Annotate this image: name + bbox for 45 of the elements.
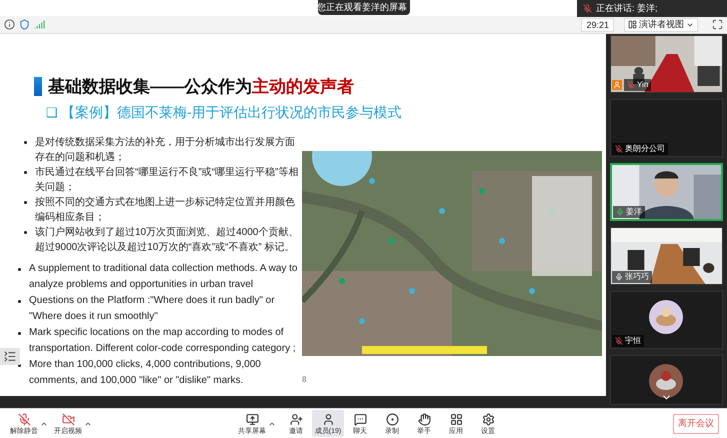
add-user-icon xyxy=(290,412,302,426)
bullet-text: Questions on the Platform :"Where does it run badly" or "Where does it run smoothly" xyxy=(29,294,276,324)
fullscreen-icon[interactable] xyxy=(712,19,723,30)
participant-name: 张巧巧 xyxy=(625,273,649,281)
shield-icon[interactable] xyxy=(19,19,30,30)
video-tile[interactable]: 宇恒 xyxy=(610,291,723,349)
signal-icon[interactable] xyxy=(34,19,45,30)
grid-icon xyxy=(450,412,462,426)
video-tile[interactable] xyxy=(610,355,723,405)
participant-name: 奥朗分公司 xyxy=(625,145,665,153)
video-tile[interactable]: 姜洋 xyxy=(610,163,723,221)
speaking-text: 正在讲话: 姜洋; xyxy=(596,2,658,15)
video-tile[interactable]: Yin xyxy=(610,35,723,93)
bullet-text: 是对传统数据采集方法的补充，用于分析城市出行发展方面存在的问题和机遇； xyxy=(35,136,296,164)
participant-name: 姜洋 xyxy=(626,208,642,216)
participant-name: Yin xyxy=(637,81,648,89)
slide-title: 基础数据收集——公众作为主动的发声者 xyxy=(48,76,354,98)
person-icon xyxy=(322,412,334,426)
meeting-timer: 29:21 xyxy=(581,18,614,32)
bullet-text: 按照不同的交通方式在地图上进一步标记特定位置并用颜色编码相应条目； xyxy=(35,196,296,224)
chat-icon xyxy=(354,412,366,426)
slide-subtitle: 【案例】德国不莱梅-用于评估出行状况的市民参与模式 xyxy=(61,102,402,122)
settings-icon xyxy=(482,412,494,426)
layout-icon xyxy=(628,20,637,29)
bullet-text: 该门户网站收到了超过10万次页面浏览、超过4000个贡献、超过9000次评论以及超过10万次的“喜欢”或“不喜欢” 标记。 xyxy=(35,226,300,254)
title-bar-accent xyxy=(34,77,42,96)
camera-off-icon xyxy=(62,412,74,426)
record-icon xyxy=(386,412,398,426)
hand-icon xyxy=(418,412,430,426)
bullet-text: A supplement to traditional data collection methods. A way to analyze problems and opportunities in urban travel xyxy=(29,262,298,292)
mic-off-icon xyxy=(583,4,592,13)
participant-name: 宇恒 xyxy=(625,337,641,345)
video-tile[interactable]: 奥朗分公司 xyxy=(610,99,723,157)
mic-off-icon xyxy=(18,412,30,426)
info-icon[interactable] xyxy=(4,19,15,30)
bullet-text: 市民通过在线平台回答“哪里运行不良”或“哪里运行平稳”等相关问题； xyxy=(35,166,300,194)
monitor-icon xyxy=(246,412,258,426)
leave-meeting-button[interactable]: 离开会议 xyxy=(673,414,719,434)
checkbox-bullet-icon: ❑ xyxy=(46,106,58,118)
bullet-text: Mark specific locations on the map according to modes of transportation. Different color-code corresponding category ; xyxy=(29,326,297,356)
view-dropdown[interactable]: 演讲者视图 xyxy=(624,18,698,32)
menu-icon[interactable] xyxy=(0,348,20,365)
video-tile[interactable]: 张巧巧 xyxy=(610,227,723,285)
page-number: 8 xyxy=(302,374,308,386)
bullet-text: More than 100,000 clicks, 4,000 contributions, 9,000 comments, and 100,000 "like" or "dislike" marks. xyxy=(29,358,262,388)
